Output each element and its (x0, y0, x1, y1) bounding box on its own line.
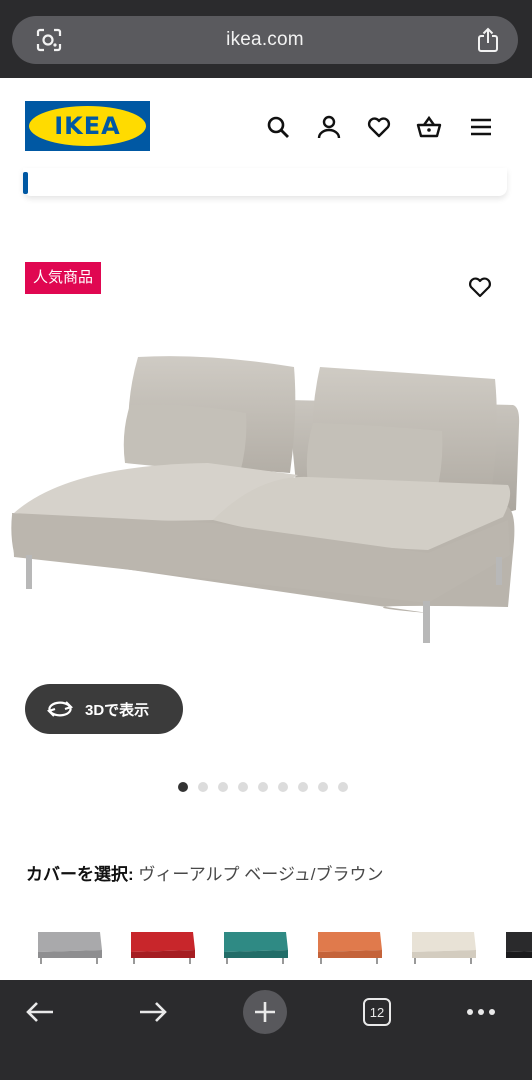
account-icon[interactable] (316, 114, 342, 140)
new-tab-icon (255, 1002, 275, 1022)
cover-swatch-gray[interactable] (30, 912, 110, 972)
carousel-dot[interactable] (318, 782, 328, 792)
notice-accent-bar (23, 172, 28, 194)
carousel-dot[interactable] (278, 782, 288, 792)
back-icon (26, 1002, 53, 1022)
carousel-dot[interactable] (218, 782, 228, 792)
browser-address-area: ikea.com (0, 0, 532, 78)
cart-icon[interactable] (416, 114, 442, 140)
cover-selection: カバーを選択: ヴィーアルプ ベージュ/ブラウン (26, 860, 383, 885)
forward-button[interactable] (131, 990, 175, 1034)
sofa-product-image[interactable] (8, 345, 524, 655)
site-header: IKEA (0, 78, 532, 178)
back-button[interactable] (18, 990, 62, 1034)
cover-value: ヴィーアルプ ベージュ/ブラウン (138, 865, 384, 884)
search-icon[interactable] (265, 114, 291, 140)
browser-toolbar: 12 (0, 980, 532, 1080)
rotate-3d-icon (46, 701, 74, 717)
carousel-dot[interactable] (198, 782, 208, 792)
more-button[interactable] (459, 990, 503, 1034)
view-3d-button[interactable]: 3Dで表示 (25, 684, 183, 734)
carousel-dot[interactable] (258, 782, 268, 792)
carousel-dot[interactable] (338, 782, 348, 792)
heart-icon[interactable] (366, 114, 392, 140)
carousel-dot[interactable] (298, 782, 308, 792)
cover-swatch-teal[interactable] (216, 912, 296, 972)
cover-label: カバーを選択: (26, 865, 134, 884)
popular-badge: 人気商品 (25, 262, 102, 294)
menu-icon[interactable] (468, 114, 494, 140)
more-icon (467, 1009, 495, 1015)
cover-swatch-list (0, 912, 532, 976)
cover-swatch-red[interactable] (123, 912, 203, 972)
carousel-dot[interactable] (178, 782, 188, 792)
url-text[interactable]: ikea.com (226, 29, 304, 51)
logo-oval: IKEA (29, 106, 146, 146)
ikea-logo[interactable]: IKEA (25, 101, 150, 151)
cover-swatch-white[interactable] (404, 912, 484, 972)
share-icon[interactable] (476, 27, 500, 53)
new-tab-circle (243, 990, 287, 1034)
notice-card (23, 168, 507, 196)
image-carousel-dots (178, 782, 348, 792)
forward-icon (140, 1002, 167, 1022)
cover-swatch-black[interactable] (498, 912, 532, 972)
carousel-dot[interactable] (238, 782, 248, 792)
view-3d-label: 3Dで表示 (85, 701, 150, 719)
tabs-icon: 12 (363, 998, 391, 1026)
logo-text: IKEA (54, 112, 121, 140)
new-tab-button[interactable] (243, 990, 287, 1034)
favorite-heart-icon[interactable] (467, 274, 493, 300)
address-bar[interactable]: ikea.com (12, 16, 518, 64)
tabs-button[interactable]: 12 (355, 990, 399, 1034)
cover-swatch-orange[interactable] (310, 912, 390, 972)
lens-icon[interactable] (36, 28, 62, 52)
